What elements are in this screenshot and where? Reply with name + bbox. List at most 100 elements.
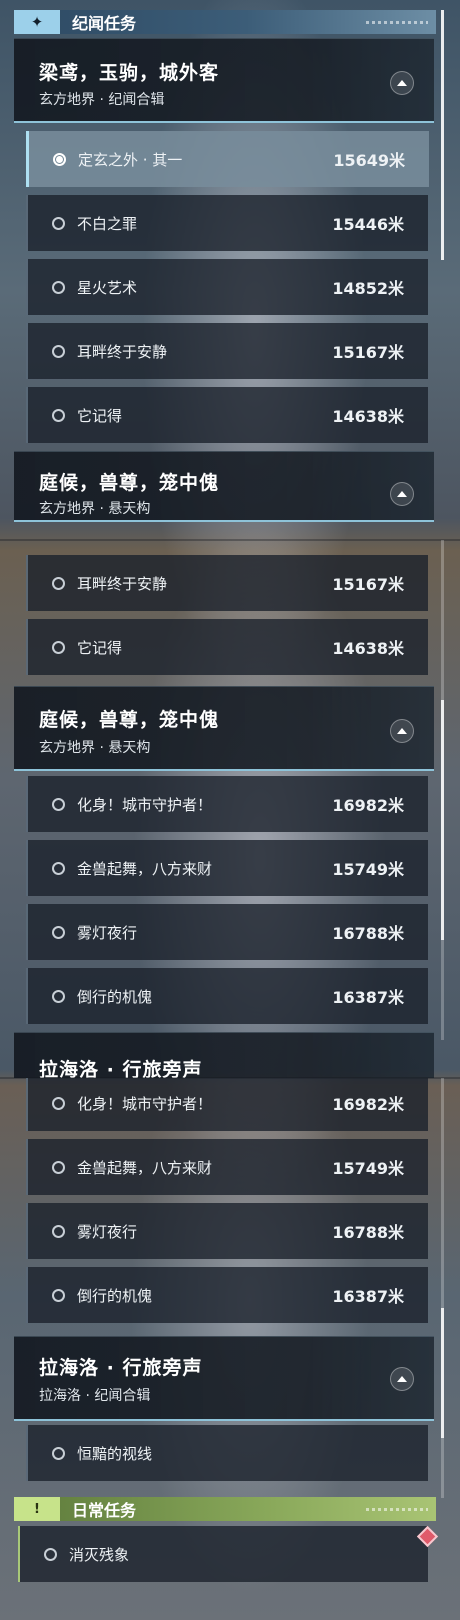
chapter-title: 庭候，兽尊，笼中傀 [39, 472, 220, 494]
collapse-icon[interactable] [390, 719, 414, 743]
quest-row[interactable]: 雾灯夜行 16788米 [26, 904, 428, 960]
radio-icon [52, 1096, 65, 1110]
quest-row[interactable]: 金兽起舞，八方来财 15749米 [26, 1139, 428, 1195]
decorative-stripes [366, 20, 428, 24]
quest-name: 化身！城市守护者！ [77, 795, 213, 814]
category-bar-daily[interactable]: ! 日常任务 [14, 1497, 436, 1521]
quest-row[interactable]: 倒行的机傀 16387米 [26, 1267, 428, 1323]
quest-distance: 15446米 [332, 215, 404, 234]
quest-row[interactable]: 金兽起舞，八方来财 15749米 [26, 840, 428, 896]
quest-name: 倒行的机傀 [77, 1286, 153, 1305]
quest-row[interactable]: 化身！城市守护者！ 16982米 [26, 1078, 428, 1131]
chapter-subtitle: 玄方地界 · 悬天构 [39, 501, 151, 517]
collapse-icon[interactable] [390, 482, 414, 506]
scrollbar-thumb[interactable] [441, 700, 444, 940]
quest-distance: 15749米 [332, 860, 404, 879]
quest-name: 倒行的机傀 [77, 987, 153, 1006]
quest-row[interactable]: 恒黯的视线 [26, 1425, 428, 1481]
quest-distance: 16982米 [332, 796, 404, 815]
chapter-subtitle: 玄方地界 · 纪闻合辑 [39, 92, 165, 108]
radio-icon [52, 1288, 65, 1302]
sparkle-icon: ✦ [14, 10, 60, 34]
collapse-icon[interactable] [390, 71, 414, 95]
quest-name: 耳畔终于安静 [77, 342, 168, 361]
radio-icon [52, 925, 65, 939]
radio-icon [52, 640, 65, 654]
radio-icon [52, 1160, 65, 1174]
quest-name: 化身！城市守护者！ [77, 1094, 213, 1113]
quest-name: 雾灯夜行 [77, 1222, 138, 1241]
radio-icon [52, 576, 65, 590]
category-bar-story[interactable]: ✦ 纪闻任务 [14, 10, 436, 34]
quest-row[interactable]: 倒行的机傀 16387米 [26, 968, 428, 1024]
quest-distance: 15649米 [333, 151, 405, 170]
quest-name: 恒黯的视线 [77, 1444, 153, 1463]
quest-distance: 16387米 [332, 988, 404, 1007]
quest-name: 金兽起舞，八方来财 [77, 859, 213, 878]
quest-row[interactable]: 雾灯夜行 16788米 [26, 1203, 428, 1259]
quest-distance: 15167米 [332, 343, 404, 362]
quest-distance: 14852米 [332, 279, 404, 298]
quest-row[interactable]: 它记得 14638米 [26, 387, 428, 443]
radio-icon [52, 1446, 65, 1460]
category-title: 纪闻任务 [72, 14, 137, 33]
quest-name: 金兽起舞，八方来财 [77, 1158, 213, 1177]
chapter-header-lahailuo-partial[interactable]: 拉海洛 · 行旅旁声 [14, 1032, 434, 1078]
quest-row[interactable]: 化身！城市守护者！ 16982米 [26, 776, 428, 832]
quest-list-view-2: 耳畔终于安静 15167米 它记得 14638米 庭候，兽尊，笼中傀 玄方地界 … [0, 540, 460, 1078]
radio-icon [52, 989, 65, 1003]
quest-name: 它记得 [77, 638, 123, 657]
chapter-title: 梁鸢，玉驹，城外客 [39, 62, 220, 84]
chapter-title: 拉海洛 · 行旅旁声 [39, 1059, 203, 1078]
chapter-title: 庭候，兽尊，笼中傀 [39, 709, 220, 731]
quest-name: 消灭残象 [69, 1545, 130, 1564]
radio-icon [52, 344, 65, 358]
radio-icon [52, 216, 65, 230]
chapter-subtitle: 玄方地界 · 悬天构 [39, 740, 151, 756]
decorative-stripes [366, 1507, 428, 1511]
quest-name: 星火艺术 [77, 278, 138, 297]
quest-row[interactable]: 耳畔终于安静 15167米 [26, 323, 428, 379]
chapter-subtitle: 拉海洛 · 纪闻合辑 [39, 1388, 151, 1404]
quest-distance: 16982米 [332, 1095, 404, 1114]
collapse-icon[interactable] [390, 1367, 414, 1391]
quest-name: 它记得 [77, 406, 123, 425]
quest-list-view-1: ✦ 纪闻任务 梁鸢，玉驹，城外客 玄方地界 · 纪闻合辑 定玄之外 · 其一 1… [0, 0, 460, 540]
chapter-header-tinghou[interactable]: 庭候，兽尊，笼中傀 玄方地界 · 悬天构 [14, 451, 434, 522]
radio-icon [44, 1547, 57, 1561]
quest-row[interactable]: 不白之罪 15446米 [26, 195, 428, 251]
quest-name: 雾灯夜行 [77, 923, 138, 942]
quest-distance: 15167米 [332, 575, 404, 594]
category-title: 日常任务 [72, 1501, 137, 1520]
scrollbar[interactable] [441, 540, 444, 1040]
quest-list-view-3: 化身！城市守护者！ 16982米 金兽起舞，八方来财 15749米 雾灯夜行 1… [0, 1078, 460, 1620]
scrollbar[interactable] [441, 1078, 444, 1498]
chapter-header-tinghou[interactable]: 庭候，兽尊，笼中傀 玄方地界 · 悬天构 [14, 686, 434, 771]
radio-icon [52, 408, 65, 422]
quest-row[interactable]: 它记得 14638米 [26, 619, 428, 675]
radio-selected-icon [53, 152, 66, 166]
scrollbar[interactable] [441, 10, 444, 260]
quest-name: 耳畔终于安静 [77, 574, 168, 593]
radio-icon [52, 797, 65, 811]
quest-distance: 16788米 [332, 1223, 404, 1242]
chapter-title: 拉海洛 · 行旅旁声 [39, 1357, 203, 1379]
scrollbar-thumb[interactable] [441, 1308, 444, 1438]
quest-distance: 14638米 [332, 407, 404, 426]
quest-distance: 16788米 [332, 924, 404, 943]
quest-name: 定玄之外 · 其一 [78, 150, 183, 169]
quest-row[interactable]: 星火艺术 14852米 [26, 259, 428, 315]
scrollbar-thumb[interactable] [441, 10, 444, 260]
radio-icon [52, 861, 65, 875]
quest-row[interactable]: 定玄之外 · 其一 15649米 [26, 131, 429, 187]
radio-icon [52, 280, 65, 294]
chapter-header-lahailuo[interactable]: 拉海洛 · 行旅旁声 拉海洛 · 纪闻合辑 [14, 1336, 434, 1421]
quest-name: 不白之罪 [77, 214, 138, 233]
exclamation-icon: ! [14, 1497, 60, 1521]
quest-distance: 14638米 [332, 639, 404, 658]
quest-distance: 15749米 [332, 1159, 404, 1178]
quest-row[interactable]: 消灭残象 [18, 1526, 428, 1582]
quest-row[interactable]: 耳畔终于安静 15167米 [26, 555, 428, 611]
chapter-header-liangyuan[interactable]: 梁鸢，玉驹，城外客 玄方地界 · 纪闻合辑 [14, 38, 434, 123]
quest-distance: 16387米 [332, 1287, 404, 1306]
